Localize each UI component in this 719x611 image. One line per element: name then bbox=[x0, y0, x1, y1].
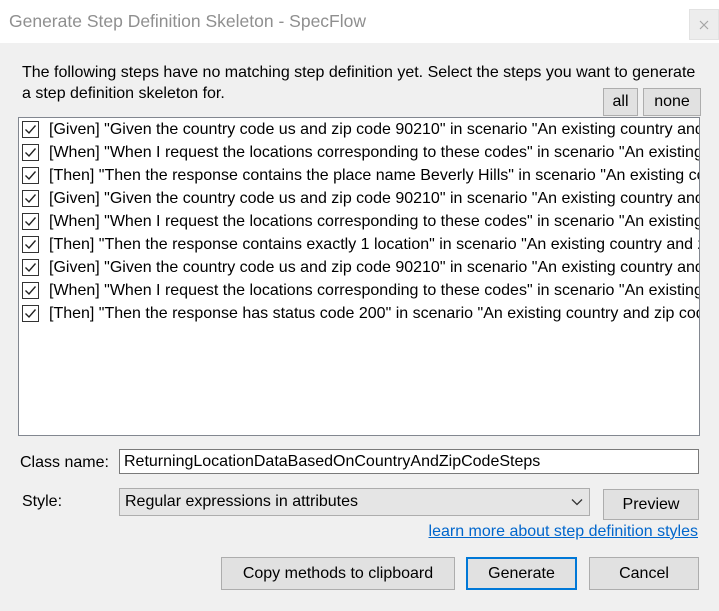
check-icon bbox=[25, 125, 37, 135]
generate-button[interactable]: Generate bbox=[466, 557, 577, 590]
select-none-button[interactable]: none bbox=[643, 88, 701, 116]
style-label: Style: bbox=[22, 493, 63, 510]
step-text: [Then] "Then the response contains exact… bbox=[49, 236, 700, 253]
check-icon bbox=[25, 286, 37, 296]
check-icon bbox=[25, 263, 37, 273]
dialog-window: Generate Step Definition Skeleton - Spec… bbox=[0, 0, 719, 611]
style-selected-value: Regular expressions in attributes bbox=[125, 493, 359, 510]
step-checkbox[interactable] bbox=[22, 305, 39, 322]
check-icon bbox=[25, 217, 37, 227]
chevron-down-icon bbox=[571, 499, 583, 506]
preview-button[interactable]: Preview bbox=[603, 489, 699, 520]
step-item[interactable]: [Then] "Then the response has status cod… bbox=[19, 302, 699, 325]
step-item[interactable]: [When] "When I request the locations cor… bbox=[19, 279, 699, 302]
class-name-label: Class name: bbox=[20, 454, 109, 471]
step-checkbox[interactable] bbox=[22, 282, 39, 299]
step-checkbox[interactable] bbox=[22, 236, 39, 253]
step-checkbox[interactable] bbox=[22, 121, 39, 138]
step-item[interactable]: [When] "When I request the locations cor… bbox=[19, 141, 699, 164]
style-dropdown[interactable]: Regular expressions in attributes bbox=[119, 488, 590, 516]
step-text: [Then] "Then the response has status cod… bbox=[49, 305, 700, 322]
check-icon bbox=[25, 194, 37, 204]
step-checkbox[interactable] bbox=[22, 190, 39, 207]
check-icon bbox=[25, 148, 37, 158]
step-text: [When] "When I request the locations cor… bbox=[49, 144, 700, 161]
window-title: Generate Step Definition Skeleton - Spec… bbox=[9, 11, 366, 31]
check-icon bbox=[25, 240, 37, 250]
step-item[interactable]: [Given] "Given the country code us and z… bbox=[19, 187, 699, 210]
step-checkbox[interactable] bbox=[22, 167, 39, 184]
step-item[interactable]: [Given] "Given the country code us and z… bbox=[19, 118, 699, 141]
step-text: [Given] "Given the country code us and z… bbox=[49, 190, 700, 207]
step-checkbox[interactable] bbox=[22, 259, 39, 276]
steps-list[interactable]: [Given] "Given the country code us and z… bbox=[18, 117, 700, 436]
copy-to-clipboard-button[interactable]: Copy methods to clipboard bbox=[221, 557, 455, 590]
description-line: a step definition skeleton for. bbox=[22, 85, 225, 102]
step-item[interactable]: [Given] "Given the country code us and z… bbox=[19, 256, 699, 279]
close-icon bbox=[699, 20, 709, 29]
step-item[interactable]: [Then] "Then the response contains the p… bbox=[19, 164, 699, 187]
step-text: [Then] "Then the response contains the p… bbox=[49, 167, 700, 184]
description-line: The following steps have no matching ste… bbox=[22, 64, 696, 81]
cancel-button[interactable]: Cancel bbox=[589, 557, 699, 590]
class-name-input[interactable] bbox=[119, 449, 699, 474]
step-item[interactable]: [Then] "Then the response contains exact… bbox=[19, 233, 699, 256]
close-button[interactable] bbox=[689, 9, 719, 40]
check-icon bbox=[25, 309, 37, 319]
step-item[interactable]: [When] "When I request the locations cor… bbox=[19, 210, 699, 233]
step-text: [When] "When I request the locations cor… bbox=[49, 282, 700, 299]
step-text: [Given] "Given the country code us and z… bbox=[49, 121, 700, 138]
step-text: [Given] "Given the country code us and z… bbox=[49, 259, 700, 276]
step-text: [When] "When I request the locations cor… bbox=[49, 213, 700, 230]
select-all-button[interactable]: all bbox=[603, 88, 638, 116]
check-icon bbox=[25, 171, 37, 181]
learn-more-link[interactable]: learn more about step definition styles bbox=[429, 522, 698, 542]
step-checkbox[interactable] bbox=[22, 213, 39, 230]
step-checkbox[interactable] bbox=[22, 144, 39, 161]
title-bar[interactable]: Generate Step Definition Skeleton - Spec… bbox=[0, 0, 719, 43]
